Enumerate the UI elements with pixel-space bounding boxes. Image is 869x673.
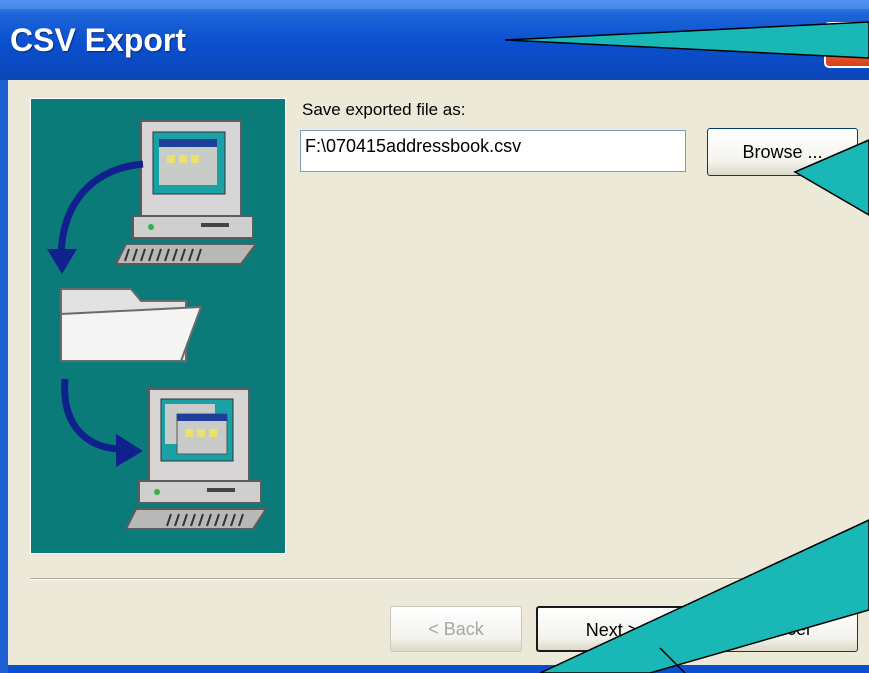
- callout-pointer-next: [539, 519, 869, 673]
- callout-pointer-browse: [793, 139, 869, 216]
- callout-pointer-title: [504, 21, 869, 59]
- callout-pointers: [504, 21, 869, 673]
